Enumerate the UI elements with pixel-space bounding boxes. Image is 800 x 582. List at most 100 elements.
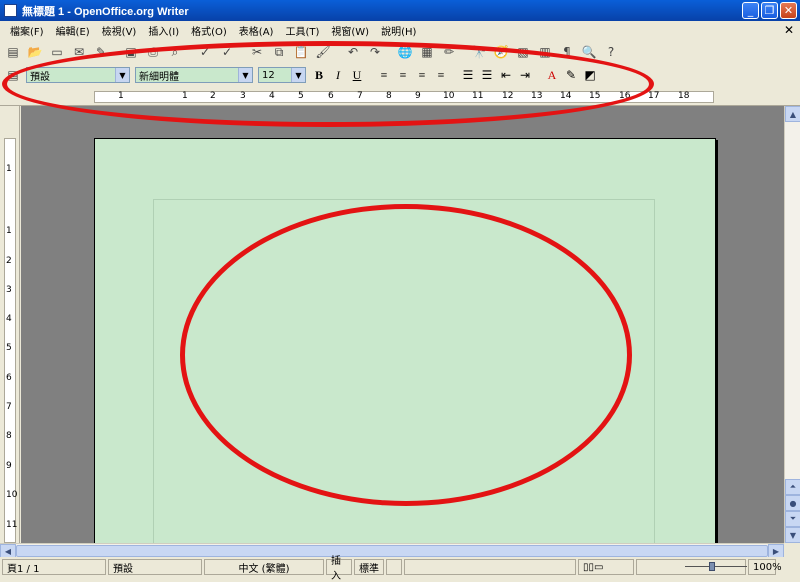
redo-icon[interactable]: ↷ [366,43,384,61]
text-boundary[interactable] [153,199,655,543]
ruler-h-number: 18 [678,91,690,101]
scroll-down-icon[interactable]: ▼ [785,527,800,543]
undo-icon[interactable]: ↶ [344,43,362,61]
align-justify-icon[interactable]: ≡ [433,67,449,83]
close-document-button[interactable]: ✕ [784,23,794,37]
page-style[interactable]: 預設 [108,559,202,575]
copy-icon[interactable]: ⧉ [270,43,288,61]
menu-insert[interactable]: 插入(I) [142,23,185,38]
autospellcheck-icon[interactable]: ✓ [218,43,236,61]
ruler-h-number: 11 [472,91,484,101]
menu-bar: 檔案(F) 編輯(E) 檢視(V) 插入(I) 格式(O) 表格(A) 工具(T… [0,21,800,40]
ruler-h-number: 10 [443,91,455,101]
view-layout-icon[interactable]: ▯▯▭ [578,559,634,575]
menu-format[interactable]: 格式(O) [185,23,233,38]
menu-view[interactable]: 檢視(V) [96,23,143,38]
next-page-icon[interactable]: ⏷ [785,511,800,527]
menu-edit[interactable]: 編輯(E) [50,23,96,38]
standard-toolbar: ▤ 📂 ▭ ✉ ✎ ▣ ⎙ ⌕ ✓ ✓ ✂ ⧉ 📋 🖌 ↶ ↷ 🌐 ▦ ✏ 🔭 … [0,40,800,64]
italic-button[interactable]: I [330,67,346,83]
ruler-v-number: 9 [6,461,12,471]
increase-indent-icon[interactable]: ⇥ [517,67,533,83]
ruler-h-number: 15 [589,91,601,101]
zoom-slider[interactable] [675,562,755,572]
underline-button[interactable]: U [349,67,365,83]
close-window-button[interactable]: ✕ [780,2,797,19]
help-icon[interactable]: ? [602,43,620,61]
font-size-select[interactable]: 12 ▼ [258,67,306,83]
menu-tools[interactable]: 工具(T) [279,23,325,38]
spellcheck-icon[interactable]: ✓ [196,43,214,61]
styles-formatting-icon[interactable]: ▤ [4,66,22,84]
scroll-right-icon[interactable]: ▶ [768,544,784,558]
chevron-down-icon: ▼ [115,68,129,82]
document-canvas[interactable] [21,106,784,543]
status-info [404,559,576,575]
highlighting-icon[interactable]: ✎ [563,67,579,83]
numbering-icon[interactable]: ☰ [460,67,476,83]
menu-table[interactable]: 表格(A) [233,23,280,38]
minimize-button[interactable]: _ [742,2,759,19]
vertical-ruler[interactable]: 1 1 2 3 4 5 6 7 8 9 10 11 [0,106,20,543]
ruler-h-number: 3 [240,91,246,101]
gallery-icon[interactable]: ▧ [514,43,532,61]
horizontal-scrollbar[interactable]: ◀ ▶ [0,543,784,558]
language[interactable]: 中文 (繁體) [204,559,324,575]
save-icon[interactable]: ▭ [48,43,66,61]
menu-help[interactable]: 說明(H) [375,23,422,38]
insert-mode[interactable]: 插入 [326,556,352,582]
align-right-icon[interactable]: ≡ [414,67,430,83]
previous-page-icon[interactable]: ⏶ [785,479,800,495]
navigator-icon[interactable]: 🧭 [492,43,510,61]
paragraph-style-select[interactable]: 預設 ▼ [26,67,130,83]
menu-file[interactable]: 檔案(F) [4,23,50,38]
menu-window[interactable]: 視窗(W) [325,23,375,38]
vertical-ruler-strip [4,138,16,543]
align-center-icon[interactable]: ≡ [395,67,411,83]
print-preview-icon[interactable]: ⌕ [166,43,184,61]
edit-file-icon[interactable]: ✎ [92,43,110,61]
paste-icon[interactable]: 📋 [292,43,310,61]
horizontal-ruler[interactable]: 1 1 2 3 4 5 6 7 8 9 10 11 12 13 14 15 16… [0,88,800,106]
zoom-slider-handle[interactable] [709,562,715,571]
table-icon[interactable]: ▦ [418,43,436,61]
draw-functions-icon[interactable]: ✏ [440,43,458,61]
ruler-v-number: 1 [6,226,12,236]
ruler-v-number: 7 [6,402,12,412]
selection-mode[interactable]: 標準 [354,559,384,575]
cut-icon[interactable]: ✂ [248,43,266,61]
vertical-scrollbar[interactable]: ▲ ⏶ ● ⏷ ▼ [784,106,800,543]
data-sources-icon[interactable]: ▥ [536,43,554,61]
email-icon[interactable]: ✉ [70,43,88,61]
new-icon[interactable]: ▤ [4,43,22,61]
background-color-icon[interactable]: ◩ [582,67,598,83]
bold-button[interactable]: B [311,67,327,83]
horizontal-scroll-thumb[interactable] [16,545,768,557]
zoom-icon[interactable]: 🔍 [580,43,598,61]
hyperlink-icon[interactable]: 🌐 [396,43,414,61]
print-icon[interactable]: ⎙ [144,43,162,61]
writer-app-icon[interactable] [4,4,17,17]
ruler-h-number: 1 [118,91,124,101]
restore-button[interactable]: ❐ [761,2,778,19]
decrease-indent-icon[interactable]: ⇤ [498,67,514,83]
ruler-h-number: 1 [182,91,188,101]
paragraph-style-value: 預設 [30,71,50,83]
scroll-left-icon[interactable]: ◀ [0,544,16,558]
export-pdf-icon[interactable]: ▣ [122,43,140,61]
find-replace-icon[interactable]: 🔭 [470,43,488,61]
formatting-marks-icon[interactable]: ¶ [558,43,576,61]
open-icon[interactable]: 📂 [26,43,44,61]
document-page[interactable] [94,138,716,543]
align-left-icon[interactable]: ≡ [376,67,392,83]
font-name-select[interactable]: 新細明體 ▼ [135,67,253,83]
ruler-v-number: 1 [6,164,12,174]
scroll-up-icon[interactable]: ▲ [785,106,800,122]
navigation-icon[interactable]: ● [785,495,800,511]
page-count[interactable]: 頁1 / 1 [2,559,106,575]
font-color-icon[interactable]: A [544,67,560,83]
bullets-icon[interactable]: ☰ [479,67,495,83]
format-paintbrush-icon[interactable]: 🖌 [314,43,332,61]
ruler-h-number: 6 [328,91,334,101]
title-bar: 無標題 1 - OpenOffice.org Writer _ ❐ ✕ [0,0,800,21]
